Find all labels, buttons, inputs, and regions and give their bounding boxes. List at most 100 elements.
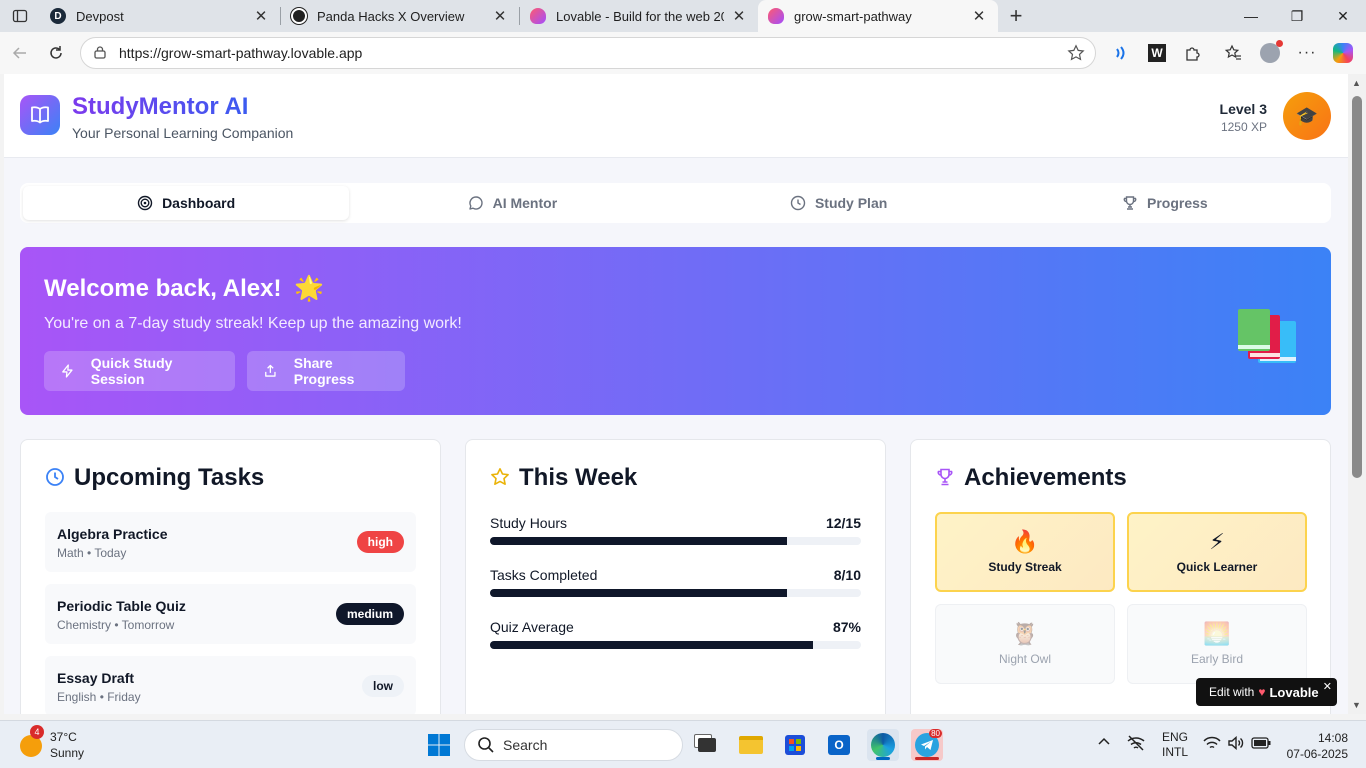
- microsoft-store-icon[interactable]: [779, 729, 811, 761]
- metric-label: Study Hours: [490, 515, 568, 531]
- copilot-icon[interactable]: [1332, 42, 1354, 64]
- share-progress-button[interactable]: Share Progress: [247, 351, 405, 391]
- new-tab-button[interactable]: +: [998, 0, 1034, 32]
- minimize-icon[interactable]: —: [1228, 0, 1274, 32]
- achievement-night-owl[interactable]: 🦉 Night Owl: [935, 604, 1115, 684]
- tab-actions-menu-icon[interactable]: [0, 0, 40, 32]
- tab-progress[interactable]: Progress: [1002, 186, 1328, 220]
- achievement-label: Early Bird: [1190, 652, 1243, 666]
- clock-date: 07-06-2025: [1286, 747, 1348, 761]
- tab-title: grow-smart-pathway: [794, 8, 912, 24]
- edit-with-lovable-badge[interactable]: Edit with ♥ Lovable ✕: [1196, 678, 1337, 706]
- browser-tab-lovable[interactable]: Lovable - Build for the web 20x fa ✕: [520, 0, 758, 32]
- show-hidden-icons-chevron-up-icon[interactable]: [1097, 735, 1111, 752]
- button-label: Share Progress: [293, 355, 355, 387]
- favorites-icon[interactable]: [1222, 42, 1244, 64]
- page-scrollbar[interactable]: ▲ ▼: [1348, 74, 1366, 714]
- clock-time: 14:08: [1317, 731, 1348, 745]
- tab-ai-mentor[interactable]: AI Mentor: [349, 186, 675, 220]
- task-item[interactable]: Algebra Practice Math • Today high: [45, 512, 416, 572]
- site-info-icon[interactable]: [93, 45, 109, 62]
- close-tab-icon[interactable]: ✕: [252, 7, 270, 25]
- priority-badge: high: [356, 531, 404, 553]
- windows-start-icon[interactable]: [423, 729, 455, 761]
- task-item[interactable]: Essay Draft English • Friday low: [45, 656, 416, 714]
- edge-browser-icon[interactable]: [867, 729, 899, 761]
- taskbar-search[interactable]: Search: [464, 729, 683, 761]
- book-open-icon: [20, 95, 60, 135]
- scroll-up-icon[interactable]: ▲: [1352, 78, 1361, 88]
- owl-icon: 🦉: [1011, 621, 1039, 646]
- notification-badge: 4: [30, 725, 44, 739]
- tab-label: Dashboard: [162, 195, 236, 211]
- window-controls: — ❐ ✕: [1228, 0, 1366, 32]
- extensions-puzzle-icon[interactable]: [1182, 42, 1204, 64]
- language-code: ENG: [1162, 730, 1189, 744]
- language-indicator[interactable]: ENG INTL: [1162, 730, 1188, 760]
- extension-w-icon[interactable]: W: [1146, 42, 1168, 64]
- app-brand-title: StudyMentor AI: [72, 93, 249, 120]
- close-tab-icon[interactable]: ✕: [730, 7, 748, 25]
- trophy-icon: [937, 468, 953, 486]
- favorite-star-icon[interactable]: [1067, 44, 1085, 65]
- file-explorer-icon[interactable]: [735, 729, 767, 761]
- weather-description: Sunny: [50, 746, 85, 760]
- close-badge-icon[interactable]: ✕: [1323, 680, 1332, 693]
- quick-study-session-button[interactable]: Quick Study Session: [44, 351, 235, 391]
- windows-taskbar: 4 37°C Sunny Search O 80 ENG INTL 14:08 …: [0, 720, 1366, 768]
- close-window-icon[interactable]: ✕: [1320, 0, 1366, 32]
- browser-tab-panda-hacks[interactable]: Panda Hacks X Overview ✕: [281, 0, 519, 32]
- metric-value: 12/15: [825, 515, 861, 531]
- main-tabs: Dashboard AI Mentor Study Plan Progress: [20, 183, 1331, 223]
- weather-widget[interactable]: 4 37°C Sunny: [20, 725, 85, 761]
- keyboard-layout: INTL: [1162, 745, 1189, 759]
- read-aloud-icon[interactable]: [1110, 42, 1132, 64]
- books-illustration-icon: [1236, 307, 1300, 370]
- browser-tab-grow-smart-pathway[interactable]: grow-smart-pathway ✕: [758, 0, 998, 32]
- this-week-card: This Week Study Hours 12/15 Tasks Comple…: [465, 439, 886, 714]
- reload-icon[interactable]: [38, 35, 74, 71]
- close-tab-icon[interactable]: ✕: [491, 7, 509, 25]
- metric-label: Tasks Completed: [490, 567, 598, 583]
- browser-tab-devpost[interactable]: D Devpost ✕: [40, 0, 280, 32]
- outlook-icon[interactable]: O: [823, 729, 855, 761]
- tab-dashboard[interactable]: Dashboard: [23, 186, 350, 220]
- star-emoji-icon: 🌟: [294, 275, 324, 302]
- user-avatar[interactable]: 🎓: [1283, 92, 1331, 140]
- achievement-study-streak[interactable]: 🔥 Study Streak: [935, 512, 1115, 592]
- tab-study-plan[interactable]: Study Plan: [676, 186, 1002, 220]
- achievement-quick-learner[interactable]: ⚡ Quick Learner: [1127, 512, 1307, 592]
- volume-icon[interactable]: [1227, 735, 1245, 753]
- address-bar[interactable]: https://grow-smart-pathway.lovable.app: [80, 37, 1096, 69]
- telegram-icon[interactable]: 80: [911, 729, 943, 761]
- devpost-favicon-icon: D: [50, 8, 66, 24]
- system-clock[interactable]: 14:08 07-06-2025: [1287, 730, 1348, 762]
- metric-value: 87%: [832, 619, 861, 635]
- user-xp: 1250 XP: [1220, 120, 1267, 134]
- scrollbar-thumb[interactable]: [1352, 96, 1362, 478]
- task-view-icon[interactable]: [691, 729, 723, 761]
- scroll-down-icon[interactable]: ▼: [1352, 700, 1361, 710]
- lovable-favicon-icon: [530, 8, 546, 24]
- task-name: Algebra Practice: [57, 526, 168, 542]
- restore-icon[interactable]: ❐: [1274, 0, 1320, 32]
- battery-icon[interactable]: [1251, 737, 1271, 752]
- chat-icon: [468, 196, 483, 210]
- close-tab-icon[interactable]: ✕: [970, 7, 988, 25]
- network-off-icon[interactable]: [1126, 735, 1146, 754]
- task-name: Essay Draft: [57, 670, 135, 686]
- back-icon[interactable]: [2, 35, 38, 71]
- card-title: Achievements: [964, 464, 1127, 491]
- task-item[interactable]: Periodic Table Quiz Chemistry • Tomorrow…: [45, 584, 416, 644]
- priority-badge: low: [362, 675, 404, 697]
- achievement-early-bird[interactable]: 🌅 Early Bird: [1127, 604, 1307, 684]
- wifi-icon[interactable]: [1203, 736, 1221, 753]
- upcoming-tasks-card: Upcoming Tasks Algebra Practice Math • T…: [20, 439, 441, 714]
- welcome-title: Welcome back, Alex! 🌟: [44, 275, 324, 302]
- progress-bar: [490, 537, 861, 545]
- profile-avatar-icon[interactable]: [1259, 40, 1283, 64]
- more-options-icon[interactable]: ···: [1296, 42, 1318, 64]
- browser-tab-strip: D Devpost ✕ Panda Hacks X Overview ✕ Lov…: [0, 0, 1366, 32]
- user-level: Level 3: [1219, 101, 1267, 117]
- tab-title: Devpost: [76, 8, 124, 24]
